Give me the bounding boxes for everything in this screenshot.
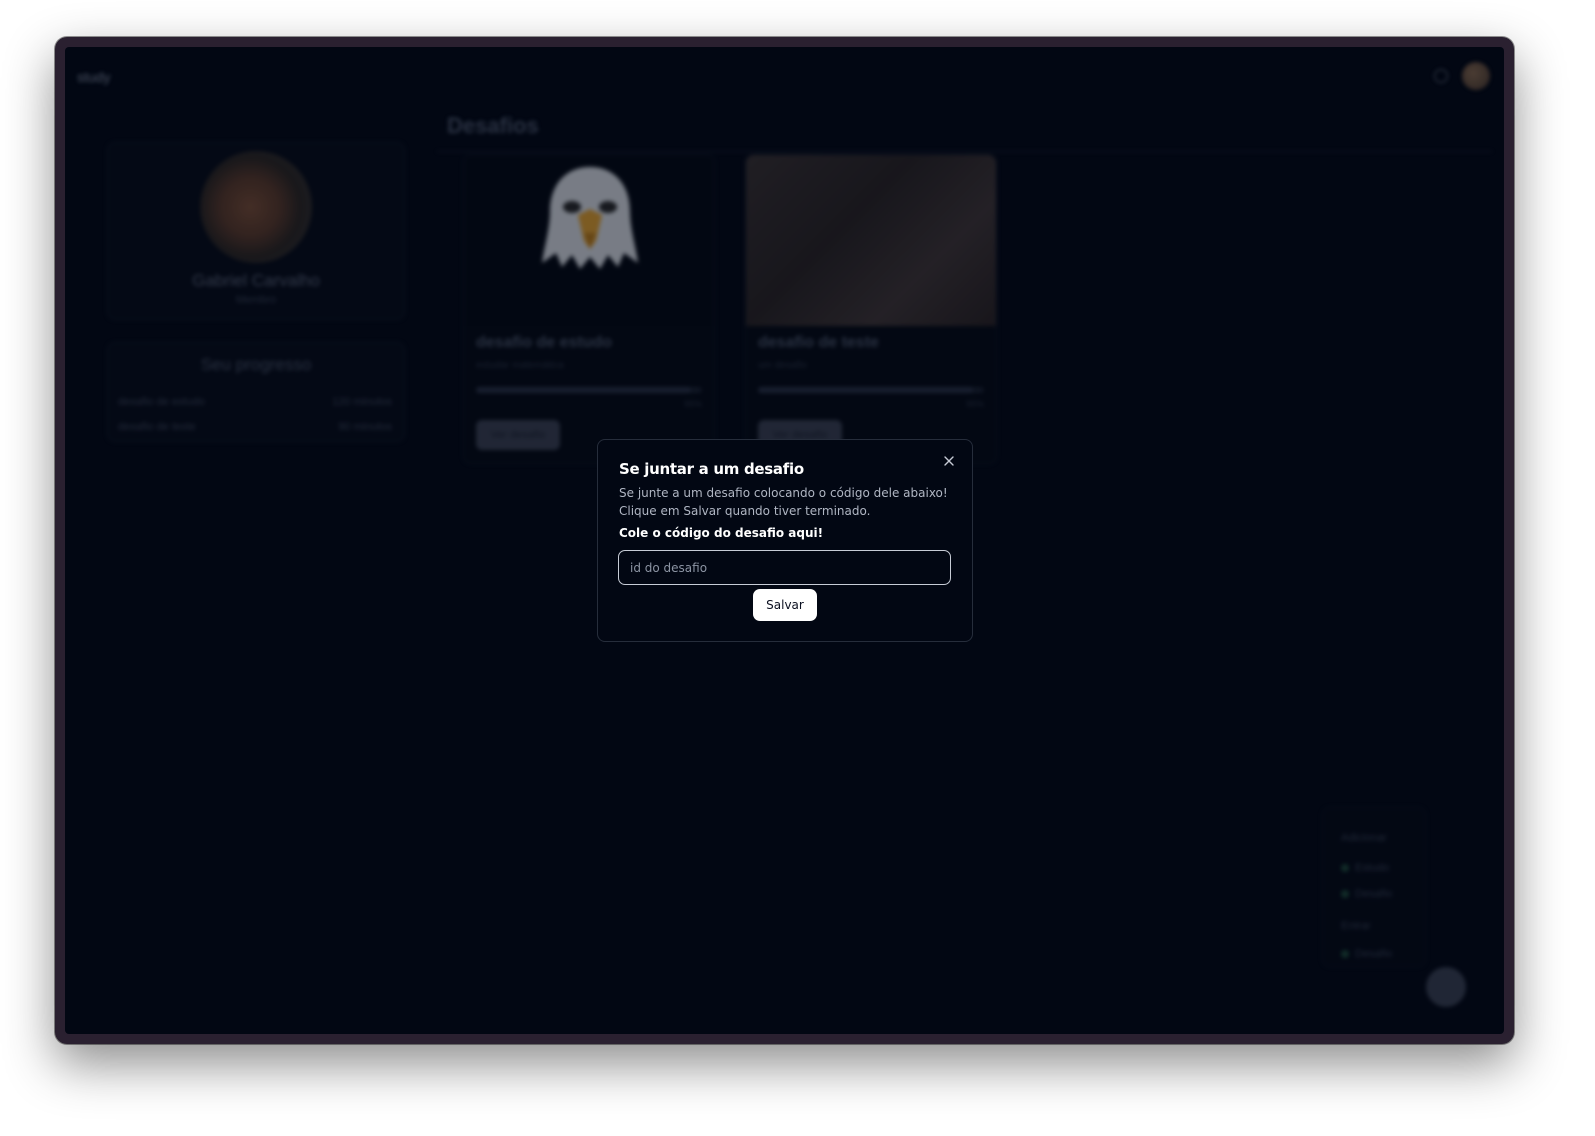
challenge-id-input[interactable] <box>618 550 951 585</box>
progress-row-name: desafio de teste <box>118 421 196 433</box>
challenge-percent: 95% <box>965 399 984 409</box>
top-bar: study <box>65 47 1504 103</box>
dialog-description: Se junte a um desafio colocando o código… <box>619 484 949 520</box>
profile-subtitle: Membro <box>235 294 277 306</box>
challenge-subtitle: um desafio <box>758 360 807 371</box>
challenge-image <box>746 155 996 326</box>
progress-row-name: desafio de estudo <box>118 396 205 408</box>
challenge-subtitle: estudar matemática <box>476 360 564 371</box>
user-avatar[interactable] <box>1462 62 1490 90</box>
check-icon <box>1341 890 1349 899</box>
challenge-card[interactable]: desafio de estudo estudar matemática 95%… <box>463 154 715 464</box>
eagle-icon <box>542 167 638 269</box>
progress-row-value: 90 minutos <box>338 421 392 433</box>
menu-section-enter: Entrar <box>1341 920 1371 932</box>
check-icon <box>1341 950 1349 959</box>
progress-row: desafio de teste 90 minutos <box>118 421 392 433</box>
challenge-card[interactable]: desafio de teste um desafio 95% Ver desa… <box>745 154 997 464</box>
profile-name: Gabriel Carvalho <box>192 271 320 290</box>
app-screen: study Desafios Gabriel Carvalho Membro S… <box>65 47 1504 1034</box>
challenge-progress-fill <box>758 387 973 393</box>
menu-item-enter-challenge[interactable]: Desafio <box>1341 948 1392 960</box>
progress-row-value: 120 minutos <box>332 396 392 408</box>
dialog-description-line: Se junte a um desafio colocando o código… <box>619 486 948 500</box>
challenge-progress-bar <box>476 387 702 393</box>
close-icon[interactable] <box>940 452 958 470</box>
page-title: Desafios <box>447 113 539 138</box>
challenge-progress-fill <box>476 387 691 393</box>
progress-row: desafio de estudo 120 minutos <box>118 396 392 408</box>
challenge-title: desafio de teste <box>758 334 879 351</box>
menu-item-label: Desafio <box>1355 888 1393 900</box>
save-button[interactable]: Salvar <box>753 589 817 621</box>
profile-avatar <box>200 151 312 263</box>
menu-item-add-challenge[interactable]: Desafio <box>1341 888 1392 900</box>
dialog-title: Se juntar a um desafio <box>619 460 804 478</box>
help-icon[interactable] <box>1434 69 1448 83</box>
title-divider <box>437 151 1492 152</box>
join-challenge-dialog: Se juntar a um desafio Se junte a um des… <box>597 439 973 642</box>
menu-item-add-study[interactable]: Estudo <box>1341 862 1389 874</box>
menu-item-label: Estudo <box>1355 862 1390 874</box>
challenge-code-label: Cole o código do desafio aqui! <box>619 526 824 540</box>
check-icon <box>1341 864 1349 873</box>
challenge-percent: 95% <box>683 399 702 409</box>
challenge-progress-bar <box>758 387 984 393</box>
progress-card: Seu progresso desafio de estudo 120 minu… <box>107 342 405 442</box>
menu-section-add: Adicionar <box>1341 832 1387 844</box>
dialog-description-line: Clique em Salvar quando tiver terminado. <box>619 504 871 518</box>
menu-item-label: Desafio <box>1355 948 1393 960</box>
challenge-image <box>464 155 714 326</box>
progress-title: Seu progresso <box>200 355 312 374</box>
challenge-title: desafio de estudo <box>476 334 613 351</box>
app-logo[interactable]: study <box>77 69 110 85</box>
app-window: study Desafios Gabriel Carvalho Membro S… <box>55 37 1514 1044</box>
fab-button[interactable] <box>1426 967 1466 1007</box>
profile-card: Gabriel Carvalho Membro <box>107 142 405 320</box>
view-challenge-button[interactable]: Ver desafio <box>476 420 560 450</box>
fab-menu: Adicionar Estudo Desafio Entrar Desafio <box>1322 807 1426 967</box>
